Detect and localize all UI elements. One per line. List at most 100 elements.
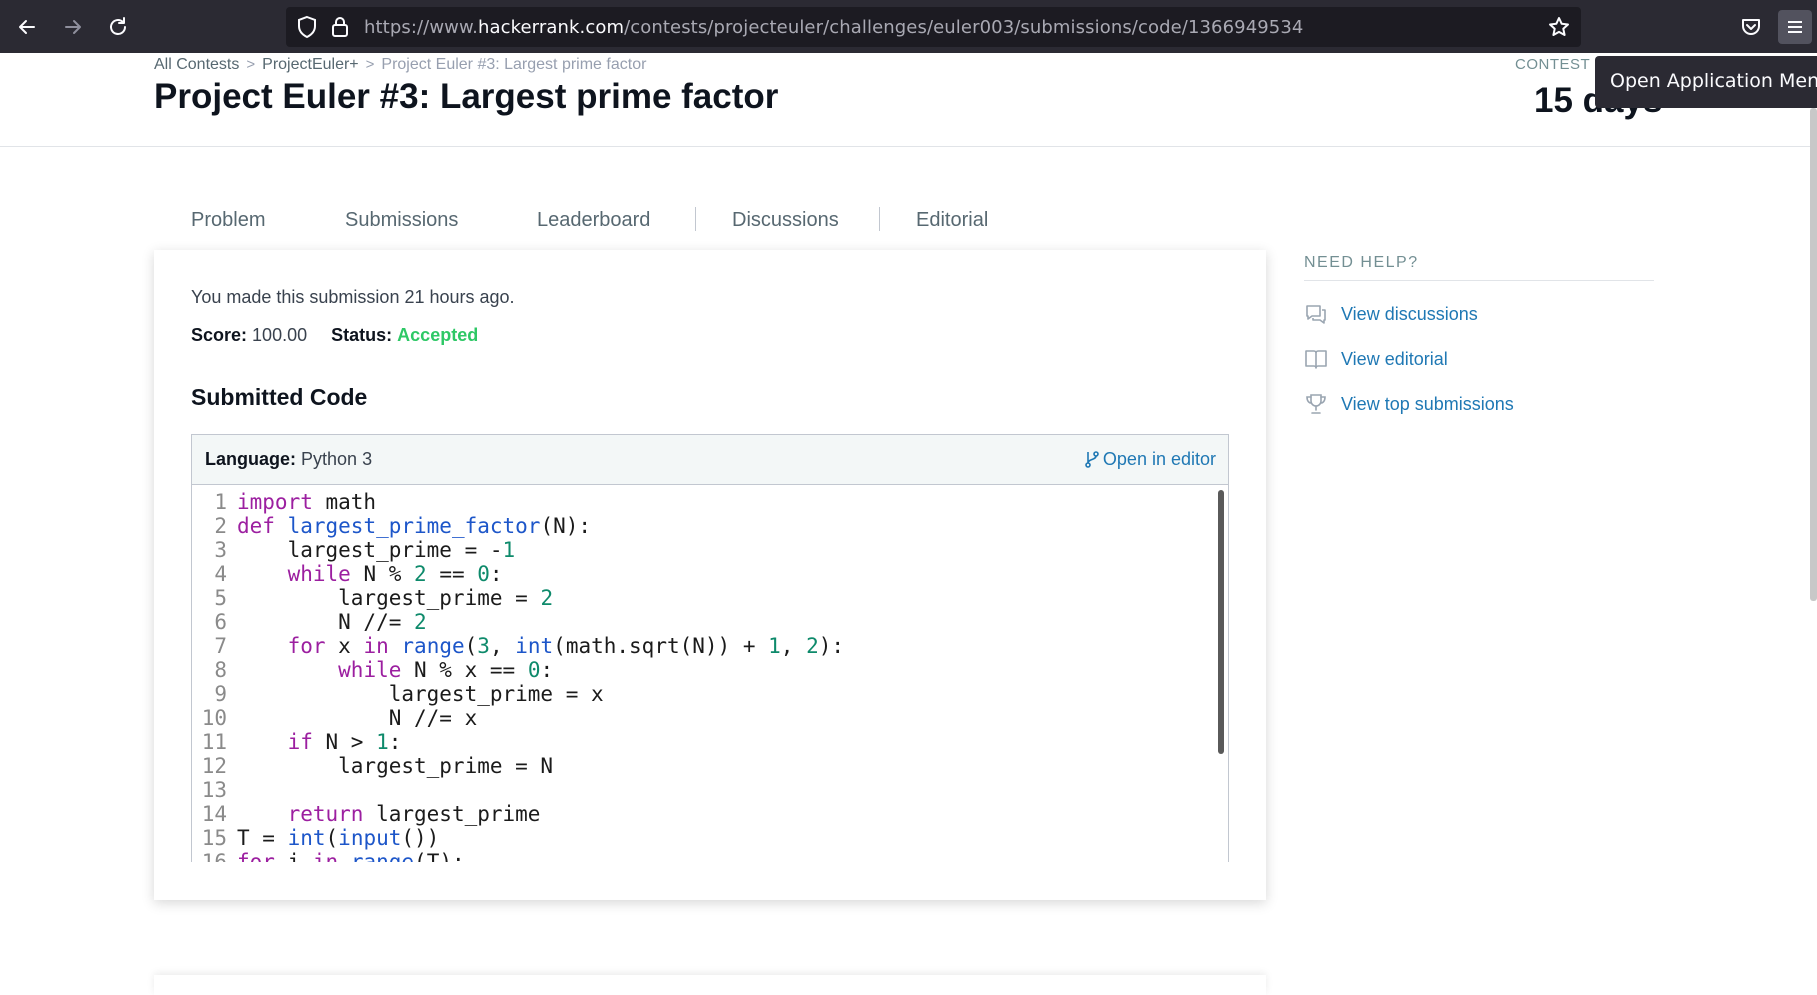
- code-line: 12 largest_prime = N: [192, 754, 1228, 778]
- line-content: largest_prime = 2: [237, 586, 554, 610]
- line-number: 2: [214, 514, 227, 538]
- code-line: 10 N //= x: [192, 706, 1228, 730]
- line-number: 7: [214, 634, 227, 658]
- tab-discussions[interactable]: Discussions: [732, 197, 839, 249]
- discussions-icon: [1306, 305, 1326, 324]
- language-label: Language:: [205, 449, 297, 469]
- code-line: 13: [192, 778, 1228, 802]
- open-in-editor-link[interactable]: Open in editor: [1085, 449, 1216, 470]
- line-content: while N % x == 0:: [338, 658, 554, 682]
- page-title: Project Euler #3: Largest prime factor: [154, 77, 779, 116]
- back-button[interactable]: [12, 12, 42, 42]
- tab-divider: [879, 207, 880, 231]
- code-line: 3 largest_prime = -1: [192, 538, 1228, 562]
- chevron-right-icon: >: [365, 56, 375, 73]
- line-number: 12: [201, 754, 227, 778]
- tracking-shield-icon[interactable]: [296, 15, 318, 39]
- browser-toolbar: https://www.hackerrank.com/contests/proj…: [0, 0, 1817, 53]
- code-line: 2 def largest_prime_factor(N):: [192, 514, 1228, 538]
- url-path: /contests/projecteuler/challenges/euler0…: [624, 17, 1304, 38]
- submitted-code-heading: Submitted Code: [191, 384, 368, 410]
- need-help-heading: NEED HELP?: [1304, 254, 1419, 271]
- line-content: if N > 1:: [287, 730, 402, 754]
- trophy-icon: [1306, 394, 1326, 414]
- line-number: 11: [201, 730, 227, 754]
- status-badge: Accepted: [397, 325, 479, 345]
- line-content: largest_prime = x: [237, 682, 604, 706]
- code-line: 16 for i in range(T):: [192, 850, 1228, 862]
- submission-time-note: You made this submission 21 hours ago.: [191, 287, 515, 307]
- hamburger-icon-line: [1788, 31, 1802, 33]
- tab-editorial[interactable]: Editorial: [916, 197, 988, 249]
- hamburger-icon: [1788, 21, 1802, 23]
- line-content: while N % 2 == 0:: [287, 562, 503, 586]
- breadcrumb-projecteuler[interactable]: ProjectEuler+: [262, 56, 359, 74]
- menu-tooltip: Open Application Menu: [1595, 56, 1817, 108]
- hamburger-icon-line: [1788, 26, 1802, 28]
- pocket-icon[interactable]: [1736, 12, 1766, 42]
- reload-button[interactable]: [103, 12, 133, 42]
- breadcrumb-all-contests[interactable]: All Contests: [154, 56, 239, 74]
- line-number: 6: [214, 610, 227, 634]
- tab-divider: [695, 207, 696, 231]
- tab-submissions[interactable]: Submissions: [308, 197, 502, 249]
- line-content: T = int(input()): [237, 826, 440, 850]
- line-number: 16: [201, 850, 227, 862]
- line-number: 9: [214, 682, 227, 706]
- line-content: largest_prime = N: [237, 754, 554, 778]
- line-number: 10: [201, 706, 227, 730]
- score-value: 100.00: [252, 325, 308, 345]
- code-line: 8 while N % x == 0:: [192, 658, 1228, 682]
- line-content: [227, 778, 237, 802]
- view-top-submissions-label: View top submissions: [1341, 394, 1514, 414]
- chevron-right-icon: >: [246, 56, 256, 73]
- code-line: 1 import math: [192, 490, 1228, 514]
- branch-icon: [1085, 451, 1099, 468]
- code-line: 5 largest_prime = 2: [192, 586, 1228, 610]
- code-line: 14 return largest_prime: [192, 802, 1228, 826]
- code-area[interactable]: 1 import math 2 def largest_prime_factor(N)…: [192, 486, 1228, 862]
- code-line: 6 N //= 2: [192, 610, 1228, 634]
- code-scrollbar[interactable]: [1218, 490, 1224, 754]
- tab-problem[interactable]: Problem: [191, 197, 265, 249]
- line-content: N //= 2: [237, 610, 427, 634]
- url-text[interactable]: https://www.hackerrank.com/contests/proj…: [364, 17, 1303, 38]
- language-line: Language: Python 3: [205, 449, 372, 470]
- line-number: 4: [214, 562, 227, 586]
- code-viewer: Language: Python 3 Open in editor 1 impor…: [191, 434, 1229, 862]
- code-lines: 1 import math 2 def largest_prime_factor(N)…: [192, 490, 1228, 862]
- submission-card: You made this submission 21 hours ago. S…: [154, 250, 1266, 900]
- line-content: largest_prime = -1: [237, 538, 516, 562]
- breadcrumb-current: Project Euler #3: Largest prime factor: [381, 56, 647, 73]
- back-arrow-icon: [19, 20, 35, 34]
- next-card-edge: [154, 975, 1266, 995]
- code-header: Language: Python 3 Open in editor: [192, 435, 1228, 485]
- lock-icon[interactable]: [330, 15, 350, 39]
- code-line: 4 while N % 2 == 0:: [192, 562, 1228, 586]
- line-number: 5: [214, 586, 227, 610]
- application-menu-button[interactable]: [1778, 10, 1812, 44]
- line-content: for i in range(T):: [237, 850, 465, 862]
- bookmark-star-icon[interactable]: [1547, 15, 1571, 39]
- page-scrollbar[interactable]: [1810, 108, 1817, 601]
- url-host: hackerrank.com: [477, 17, 625, 38]
- line-number: 8: [214, 658, 227, 682]
- open-in-editor-label: Open in editor: [1102, 449, 1216, 469]
- score-status-line: Score: 100.00 Status: Accepted: [191, 325, 478, 346]
- address-bar[interactable]: https://www.hackerrank.com/contests/proj…: [286, 7, 1581, 47]
- line-content: for x in range(3, int(math.sqrt(N)) + 1,…: [287, 634, 845, 658]
- line-number: 14: [201, 802, 227, 826]
- breadcrumb: All Contests > ProjectEuler+ > Project Euler…: [154, 56, 646, 74]
- view-discussions-label: View discussions: [1341, 304, 1478, 324]
- forward-button[interactable]: [58, 12, 88, 42]
- language-value: Python 3: [301, 449, 373, 469]
- line-content: def largest_prime_factor(N):: [237, 514, 592, 538]
- book-icon: [1305, 350, 1327, 369]
- score-label: Score:: [191, 325, 248, 345]
- view-editorial-label: View editorial: [1341, 349, 1448, 369]
- reload-icon: [110, 17, 126, 35]
- status-label: Status:: [331, 325, 393, 345]
- tab-leaderboard[interactable]: Leaderboard: [537, 197, 650, 249]
- line-number: 3: [214, 538, 227, 562]
- sidebar-divider: [1304, 280, 1654, 281]
